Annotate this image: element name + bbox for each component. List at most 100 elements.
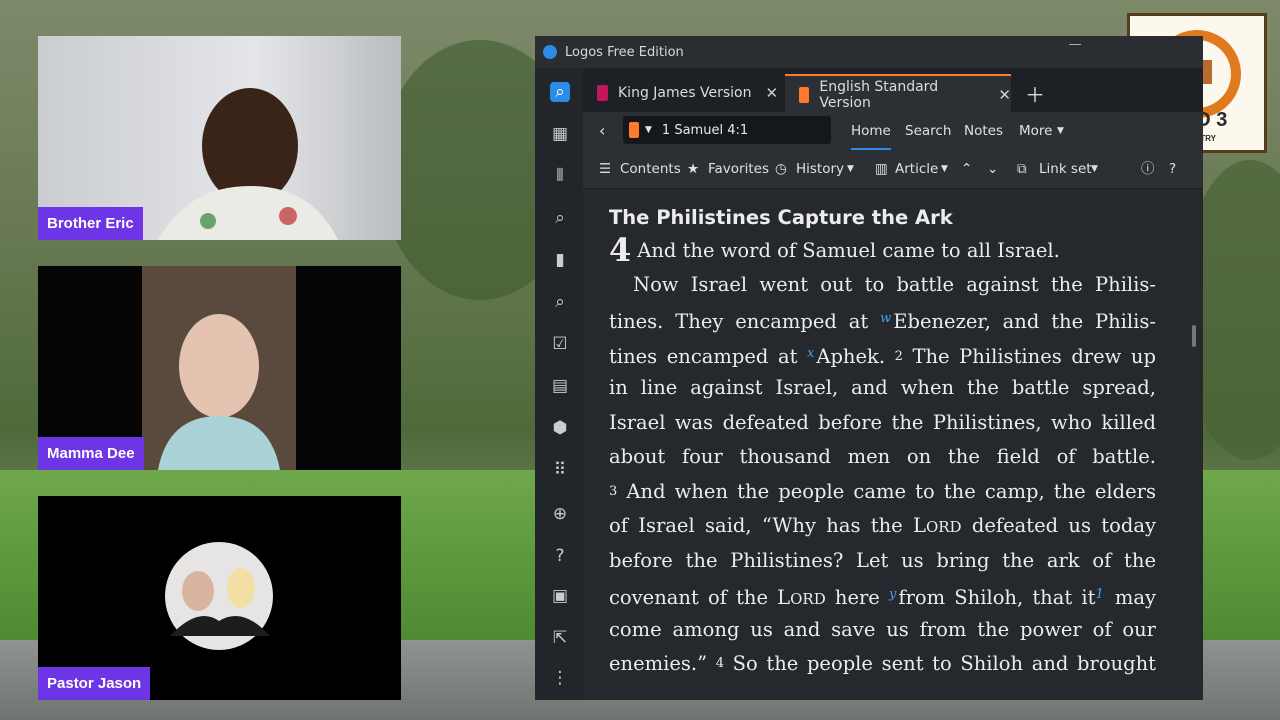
verse-text: And the word of Samuel came to all Israe… [637,239,1060,262]
document-icon[interactable]: ▤ [550,376,570,396]
chevron-down-icon: ▼ [941,164,948,174]
contents-icon: ☰ [599,161,612,177]
verse-line: 3 And when the people came to the camp, … [609,475,1156,510]
footnote-link[interactable]: 1 [1095,587,1103,602]
verse-number: 4 [715,656,724,671]
verse-line: of Israel said, “Why has the LORD defeat… [609,509,1156,544]
article-button[interactable]: Article [895,150,938,188]
star-icon: ★ [687,161,700,177]
participant-tile[interactable]: Pastor Jason [38,496,401,700]
participant-name: Brother Eric [38,207,143,240]
cross-reference-link[interactable]: x [807,346,814,361]
nav-more[interactable]: More [1019,112,1052,150]
participant-tile[interactable]: Mamma Dee [38,266,401,470]
verse-text: Ebenezer, and the Philis- [893,310,1156,333]
article-icon: ▥ [875,161,888,177]
chevron-up-icon[interactable]: ⌃ [961,150,972,188]
verse-line: covenant of the LORD here y from Shiloh, … [609,578,1156,613]
verse-text: And when the people came to the camp, th… [617,479,1156,503]
verse-line: come among us and save us from the power… [609,613,1156,648]
verse-text: The Philistines drew up [902,344,1156,368]
verse-line: tines. They encamped at w Ebenezer, and t… [609,302,1156,337]
verse-line: enemies.” 4 So the people sent to Shiloh… [609,647,1156,682]
book-icon [799,87,810,103]
new-tab-button[interactable]: ＋ [1025,74,1045,112]
dashboard-icon[interactable]: ▦ [550,124,570,144]
verse-text: before the Philistines? Let us bring the… [609,548,1156,572]
verse-text: covenant of the L [609,586,791,609]
book-icon [629,122,639,138]
minimize-icon[interactable] [1069,44,1081,45]
verse-text: about four thousand men on the field of … [609,445,1156,468]
cross-reference-link[interactable]: w [880,311,891,326]
close-icon[interactable]: ✕ [765,84,778,102]
nav-search[interactable]: Search [905,112,951,150]
nav-notes[interactable]: Notes [964,112,1003,150]
apps-grid-icon[interactable]: ⠿ [550,460,570,480]
reference-input[interactable]: 1 Samuel 4:1 [662,123,748,138]
verse-line: 4 And the word of Samuel came to all Isra… [609,233,1156,268]
shield-icon[interactable]: ⬢ [550,418,570,438]
verse-text: Aphek. [816,344,895,368]
favorites-button[interactable]: Favorites [708,150,769,188]
verse-line: before the Philistines? Let us bring the… [609,544,1156,579]
layout-icon[interactable]: ▣ [550,586,570,606]
participant-tile[interactable]: Brother Eric [38,36,401,240]
reference-box[interactable]: ▼ 1 Samuel 4:1 [623,116,831,144]
verse-text: enemies.” [609,652,716,675]
logos-window[interactable]: Logos Free Edition ⌕ ▦ ⫴ ⌕ ▮ ⌕ ☑ ▤ ⬢ ⠿ ⊕… [535,36,1203,700]
verse-number: 2 [894,348,903,364]
external-link-icon[interactable]: ⇱ [550,628,570,648]
study-icon[interactable]: ⌕ [550,292,570,312]
panel-toolbar: ☰ Contents ★ Favorites ◷ History ▼ ▥ Art… [583,150,1203,189]
verse-text: of Israel said, “Why has the L [609,514,926,537]
verse-text: here [825,586,890,609]
help-icon[interactable]: ? [1169,150,1176,188]
back-icon[interactable]: ‹ [599,112,605,150]
chevron-down-icon: ▼ [645,125,652,135]
verse-line: about four thousand men on the field of … [609,440,1156,475]
verse-text: from Shiloh, that it [898,586,1096,609]
window-title: Logos Free Edition [565,44,684,60]
resource-toolbar: ‹ ▼ 1 Samuel 4:1 Home Search Notes More … [583,112,1203,150]
verse-line: Israel was defeated before the Philistin… [609,406,1156,441]
chevron-down-icon[interactable]: ⌄ [987,150,998,188]
info-icon[interactable]: ⓘ [1141,150,1155,188]
nav-home[interactable]: Home [851,112,891,150]
verse-text: Israel was defeated before the Philistin… [609,410,1156,434]
book-icon [597,85,608,101]
participant-name: Mamma Dee [38,437,144,470]
close-icon[interactable]: ✕ [998,86,1011,104]
checklist-icon[interactable]: ☑ [550,334,570,354]
history-icon: ◷ [775,161,787,177]
help-icon[interactable]: ? [550,546,570,566]
link-icon: ⧉ [1017,161,1027,177]
tab-label: King James Version [618,85,752,101]
chevron-down-icon: ▼ [1057,126,1064,136]
bible-icon[interactable]: ▮ [550,250,570,270]
contents-button[interactable]: Contents [620,150,681,188]
tab-esv[interactable]: English Standard Version ✕ [785,74,1011,114]
verse-text: come among us and save us from the power… [609,617,1156,641]
passage-text: 4 And the word of Samuel came to all Isra… [609,233,1156,682]
chevron-down-icon: ▼ [1091,164,1098,174]
history-button[interactable]: History [796,150,844,188]
scrollbar-thumb[interactable] [1192,325,1196,347]
verse-text: Now Israel went out to battle against th… [633,272,1156,296]
tab-kjv[interactable]: King James Version ✕ [583,74,781,112]
search-icon[interactable]: ⌕ [550,208,570,228]
search-logo-icon[interactable]: ⌕ [550,82,570,102]
library-icon[interactable]: ⫴ [550,166,570,186]
verse-text: may [1105,586,1157,609]
verse-text: tines. They encamped at [609,310,881,333]
linkset-button[interactable]: Link set [1039,150,1092,188]
cross-reference-link[interactable]: y [889,587,896,602]
bible-text-panel[interactable]: The Philistines Capture the Ark 4 And the… [583,189,1203,700]
tab-label: English Standard Version [819,79,939,111]
chevron-down-icon: ▼ [847,164,854,174]
verse-text: tines encamped at [609,344,808,368]
add-circle-icon[interactable]: ⊕ [550,504,570,524]
verse-line: in line against Israel, and when the bat… [609,371,1156,406]
more-vertical-icon[interactable]: ⋮ [550,668,570,688]
tab-bar: King James Version ✕ English Standard Ve… [583,68,1203,114]
